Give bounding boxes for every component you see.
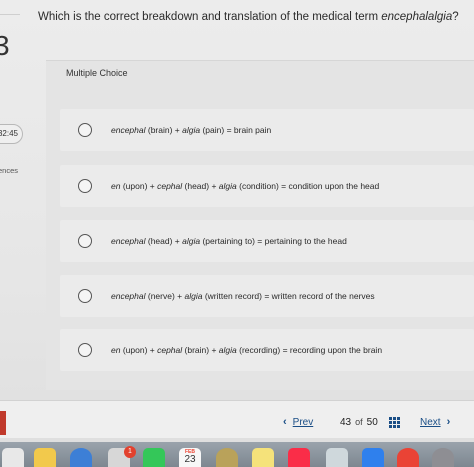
next-button[interactable]: Next › bbox=[420, 416, 450, 428]
music-icon[interactable] bbox=[288, 448, 310, 467]
choice-text: en (upon) + cephal (brain) + algia (reco… bbox=[111, 345, 383, 355]
safari-icon[interactable] bbox=[70, 448, 92, 467]
question-text: Which is the correct breakdown and trans… bbox=[38, 11, 459, 23]
chrome-icon[interactable] bbox=[397, 448, 419, 467]
facetime-icon[interactable] bbox=[143, 448, 165, 467]
choice-option-2[interactable]: en (upon) + cephal (head) + algia (condi… bbox=[60, 165, 474, 207]
system-settings-icon[interactable] bbox=[432, 448, 454, 467]
choice-option-1[interactable]: encephal (brain) + algia (pain) = brain … bbox=[60, 109, 474, 151]
radio-button[interactable] bbox=[78, 289, 92, 303]
question-number: 3 bbox=[0, 30, 10, 61]
grid-icon[interactable] bbox=[389, 417, 400, 428]
choice-text: encephal (brain) + algia (pain) = brain … bbox=[111, 125, 272, 135]
app-store-icon[interactable] bbox=[362, 448, 384, 467]
calendar-icon[interactable]: FEB 23 bbox=[179, 448, 201, 467]
timer-readout[interactable]: :32:45 bbox=[0, 124, 23, 144]
macos-dock: FEB 23 bbox=[0, 442, 474, 467]
prev-button[interactable]: ‹ Prev bbox=[283, 416, 313, 428]
choice-text: encephal (head) + algia (pertaining to) … bbox=[111, 236, 347, 246]
notification-badge: 1 bbox=[124, 446, 136, 458]
chevron-left-icon: ‹ bbox=[283, 416, 287, 428]
radio-button[interactable] bbox=[78, 123, 92, 137]
quiz-page: 3 Which is the correct breakdown and tra… bbox=[0, 0, 474, 467]
calendar-day: 23 bbox=[184, 454, 196, 465]
choice-option-4[interactable]: encephal (nerve) + algia (written record… bbox=[60, 275, 474, 317]
choice-text: en (upon) + cephal (head) + algia (condi… bbox=[111, 181, 380, 191]
brand-tab bbox=[0, 411, 6, 435]
references-link[interactable]: ences bbox=[0, 166, 18, 175]
navigation-bar: ‹ Prev 43 of 50 Next › bbox=[0, 400, 474, 438]
total-questions: 50 bbox=[366, 417, 378, 428]
current-question: 43 bbox=[340, 417, 352, 428]
radio-button[interactable] bbox=[78, 234, 92, 248]
radio-button[interactable] bbox=[78, 343, 92, 357]
choice-text: encephal (nerve) + algia (written record… bbox=[111, 291, 375, 301]
contacts-icon[interactable] bbox=[216, 448, 238, 467]
question-card: Multiple Choice encephal (brain) + algia… bbox=[46, 60, 474, 390]
choice-option-3[interactable]: encephal (head) + algia (pertaining to) … bbox=[60, 220, 474, 262]
page-indicator[interactable]: 43 of 50 bbox=[340, 417, 378, 428]
radio-button[interactable] bbox=[78, 179, 92, 193]
preview-icon[interactable] bbox=[326, 448, 348, 467]
notes-icon[interactable] bbox=[34, 448, 56, 467]
choice-option-5[interactable]: en (upon) + cephal (brain) + algia (reco… bbox=[60, 329, 474, 371]
sidebar-divider bbox=[0, 14, 20, 15]
finder-icon[interactable] bbox=[2, 448, 24, 467]
multiple-choice-label: Multiple Choice bbox=[66, 68, 128, 78]
question-term: encephalalgia bbox=[381, 11, 453, 23]
chevron-right-icon: › bbox=[446, 416, 451, 428]
stickies-icon[interactable] bbox=[252, 448, 274, 467]
